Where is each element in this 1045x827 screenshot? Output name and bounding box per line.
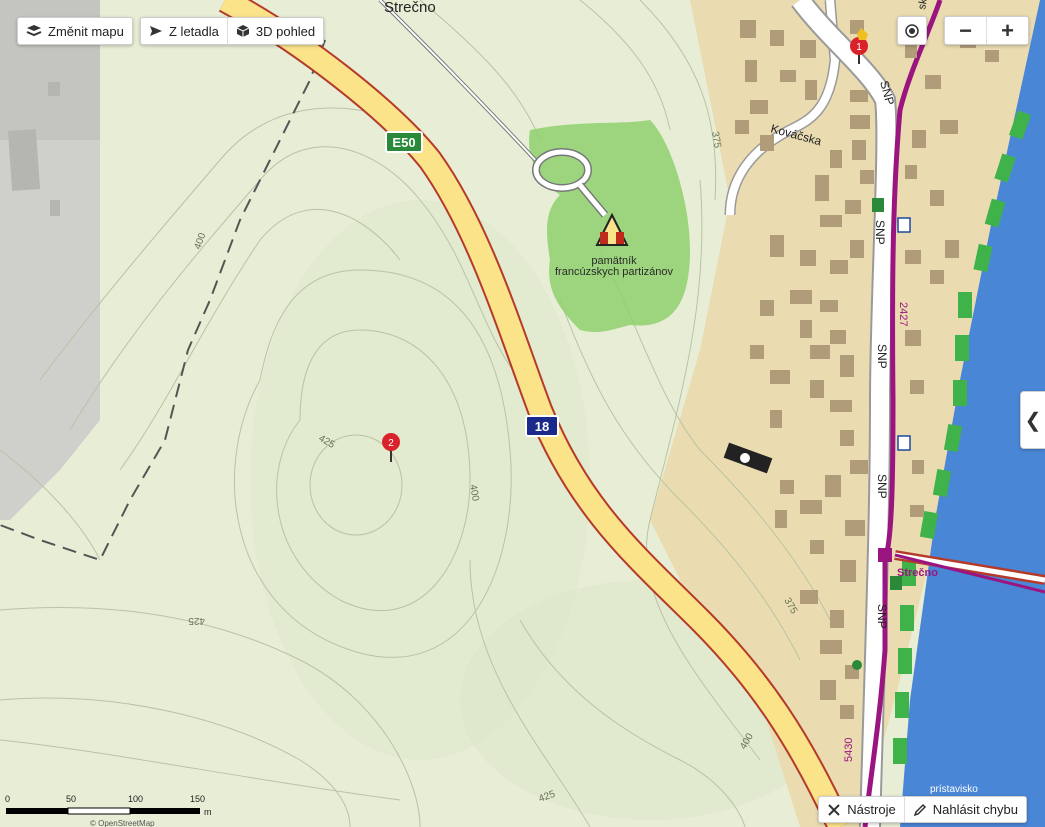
street-snp-label-3: SNP	[875, 344, 889, 369]
tools-icon	[827, 803, 841, 817]
airplane-icon	[149, 24, 163, 38]
aerial-view-button[interactable]: Z letadla	[141, 18, 227, 44]
tools-label: Nástroje	[847, 802, 896, 817]
change-map-control[interactable]: Změnit mapu	[17, 17, 133, 45]
attribution: © OpenStreetMap	[90, 819, 155, 827]
marker-1-label: 1	[856, 42, 862, 53]
zoom-out-button[interactable]: −	[945, 16, 986, 45]
road-18-label: 18	[535, 419, 549, 434]
scale-unit-label: m	[204, 807, 212, 817]
scale-label-150: 150	[190, 794, 205, 804]
road-2427-label: 2427	[897, 302, 909, 326]
report-error-label: Nahlásit chybu	[932, 802, 1018, 817]
road-5430-label: 5430	[843, 738, 855, 762]
zoom-in-button[interactable]: +	[987, 16, 1028, 45]
pier-label: prístavisko	[930, 784, 978, 795]
contour-label-425-b: 425	[188, 615, 205, 626]
zoom-control: − +	[944, 16, 1029, 45]
road-shield-18: 18	[525, 415, 559, 437]
tools-button[interactable]: Nástroje	[819, 797, 903, 822]
locate-me-button[interactable]	[897, 16, 927, 45]
road-e50-label: E50	[392, 135, 415, 150]
scale-label-0: 0	[5, 794, 10, 804]
road-shield-e50: E50	[385, 131, 423, 153]
layers-icon	[26, 24, 42, 38]
street-snp-label-2: SNP	[873, 220, 887, 245]
cube-icon	[236, 24, 250, 38]
change-map-label: Změnit mapu	[48, 23, 124, 39]
station-strecno-label: Strečno	[897, 567, 938, 579]
memorial-label-2: francúzskych partizánov	[555, 266, 673, 278]
crosshair-icon	[905, 23, 919, 38]
view-mode-control: Z letadla 3D pohled	[140, 17, 325, 45]
map-canvas[interactable]: E50 18 Strečno Kováčska ská SNP SNP SNP …	[0, 0, 1045, 827]
scale-label-100: 100	[128, 794, 143, 804]
side-panel-toggle[interactable]: ❮	[1020, 391, 1045, 449]
pencil-icon	[913, 803, 927, 817]
scale-label-50: 50	[66, 794, 76, 804]
3d-view-label: 3D pohled	[255, 23, 316, 39]
change-map-button[interactable]: Změnit mapu	[18, 18, 132, 44]
street-snp-label-4: SNP	[875, 474, 889, 499]
report-error-button[interactable]: Nahlásit chybu	[905, 797, 1026, 822]
aerial-view-label: Z letadla	[169, 23, 219, 39]
marker-2-label: 2	[388, 438, 394, 449]
town-label: Strečno	[384, 0, 436, 16]
bottom-toolbar: Nástroje Nahlásit chybu	[818, 796, 1027, 823]
3d-view-button[interactable]: 3D pohled	[228, 18, 323, 44]
street-snp-label-5: SNP	[875, 604, 889, 629]
scale-bar	[6, 807, 200, 815]
